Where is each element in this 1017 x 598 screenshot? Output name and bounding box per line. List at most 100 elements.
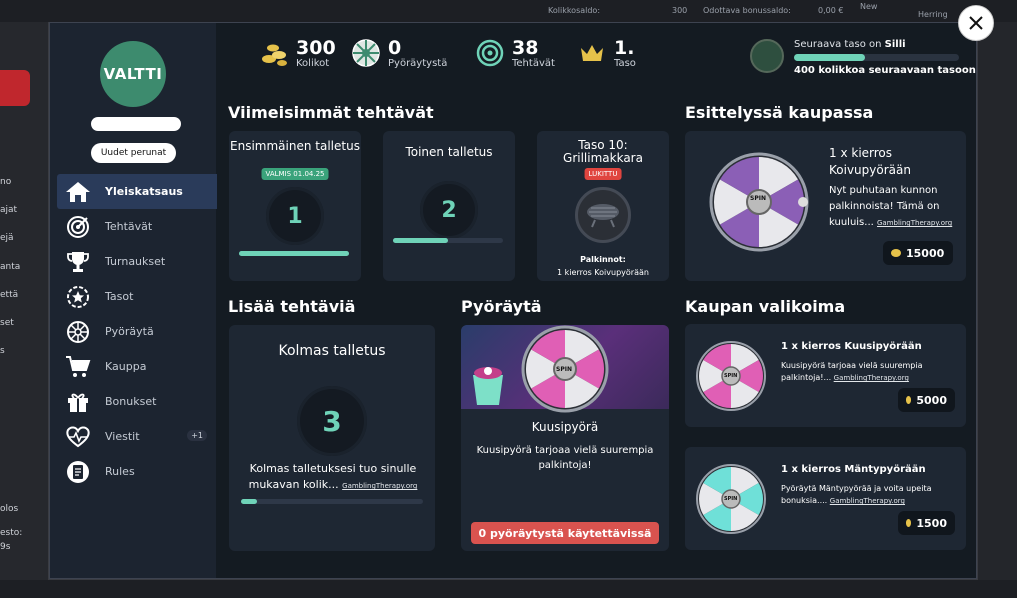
spin-button[interactable]: 0 pyöräytystä käytettävissä (471, 522, 659, 544)
gamblingtherapy-link[interactable]: GamblingTherapy.org (877, 219, 952, 227)
sidebar-item-spin[interactable]: Pyöräytä (57, 314, 217, 349)
sidebar-item-label: Bonukset (105, 395, 157, 408)
sidebar-item-label: Tasot (105, 290, 134, 303)
featured-wheel-label: SPIN (750, 195, 766, 202)
shop-item-price-value: 5000 (916, 393, 947, 407)
cart-icon (65, 355, 91, 379)
more-task-title: Kolmas talletus (278, 343, 386, 359)
grill-icon (575, 187, 631, 243)
sidebar-item-bonuses[interactable]: Bonukset (57, 384, 217, 419)
bg-fragment: no (0, 177, 12, 187)
shop-item-1[interactable]: SPIN 1 x kierros Kuusipyörään Kuusipyörä… (685, 324, 966, 427)
more-task-progress (241, 499, 423, 504)
shop-item-price[interactable]: 5000 (898, 388, 955, 412)
featured-price[interactable]: 15000 (883, 241, 953, 265)
sidebar-item-label: Yleiskatsaus (105, 185, 183, 198)
level-label: Taso (614, 57, 636, 69)
sidebar-item-rules[interactable]: Rules (57, 454, 217, 489)
bg-fragment: 9s (0, 542, 11, 552)
task-card-3[interactable]: Taso 10: Grillimakkara LUKITTU Palkinnot… (537, 131, 669, 281)
more-task-progress-fill (241, 499, 258, 504)
shop-item-desc: Kuusipyörä tarjoaa vielä suurempia palki… (781, 360, 956, 384)
task-progress-fill (393, 238, 448, 243)
wheel-icon (65, 320, 91, 344)
task-prizes-label: Palkinnot: (580, 255, 626, 264)
coin-icon (891, 249, 901, 257)
stat-spins: 0 Pyöräytystä (350, 37, 447, 69)
sidebar-item-overview[interactable]: Yleiskatsaus (57, 174, 217, 209)
background-topbar: Kolikkosaldo: 300 Odottava bonussaldo: 0… (0, 0, 1017, 22)
document-icon (65, 460, 91, 484)
bg-new-label: New (860, 2, 878, 11)
shop-item-title: 1 x kierros Mäntypyörään (781, 464, 926, 475)
more-task-number: 3 (297, 386, 367, 456)
target-icon (474, 37, 506, 69)
gamblingtherapy-link[interactable]: GamblingTherapy.org (834, 374, 909, 382)
star-badge-icon (65, 285, 91, 309)
crown-icon (576, 37, 608, 69)
shop-wheel-label: SPIN (724, 496, 738, 502)
task-status-badge: LUKITTU (584, 168, 622, 180)
stat-tasks: 38 Tehtävät (474, 37, 555, 69)
username (91, 117, 181, 131)
spin-wheel-name: Kuusipyörä (531, 420, 599, 434)
shop-item-price-value: 1500 (916, 516, 947, 530)
sidebar-item-label: Tehtävät (105, 220, 153, 233)
tasks-label: Tehtävät (512, 57, 555, 69)
news-button[interactable]: Uudet perunat (91, 143, 176, 163)
task-card-1[interactable]: Ensimmäinen talletus VALMIS 01.04.25 1 (229, 131, 361, 281)
sidebar-nav: Yleiskatsaus Tehtävät Turnaukset Tasot P… (57, 174, 217, 489)
gamblingtherapy-link[interactable]: GamblingTherapy.org (830, 497, 905, 505)
more-task-card[interactable]: Kolmas talletus 3 Kolmas talletuksesi tu… (229, 325, 435, 551)
task-title: Ensimmäinen talletus (230, 139, 360, 153)
sidebar-item-messages[interactable]: Viestit +1 (57, 419, 217, 454)
task-progress (239, 251, 349, 256)
next-level-prefix: Seuraava taso on (794, 39, 882, 50)
next-level-progress-fill (794, 54, 865, 61)
featured-price-value: 15000 (906, 246, 945, 260)
sidebar-item-shop[interactable]: Kauppa (57, 349, 217, 384)
spins-icon (350, 37, 382, 69)
stats-header: 300 Kolikot 0 Pyöräytystä 38 Tehtävät 1.… (216, 23, 976, 93)
sidebar-item-label: Turnaukset (105, 255, 166, 268)
coins-icon (258, 37, 290, 69)
home-icon (65, 180, 91, 204)
wheel-pointer (798, 197, 808, 207)
recent-tasks-title: Viimeisimmät tehtävät (228, 103, 434, 122)
bg-fragment: s (0, 346, 5, 356)
task-title: Toinen talletus (405, 145, 493, 159)
background-right-column (978, 22, 1017, 598)
more-tasks-title: Lisää tehtäviä (228, 297, 356, 316)
sidebar-item-levels[interactable]: Tasot (57, 279, 217, 314)
featured-title: Esittelyssä kaupassa (685, 103, 874, 122)
task-status-badge: VALMIS 01.04.25 (261, 168, 329, 180)
featured-card[interactable]: SPIN 1 x kierros Koivupyörään Nyt puhuta… (685, 131, 966, 281)
next-level-subtitle: 400 kolikkoa seuraavaan tasoon (794, 65, 976, 76)
sidebar-item-tasks[interactable]: Tehtävät (57, 209, 217, 244)
background-bottom (0, 580, 1017, 598)
sidebar-item-label: Viestit (105, 430, 140, 443)
shop-item-price[interactable]: 1500 (898, 511, 955, 535)
close-button[interactable] (958, 5, 994, 41)
bg-balance-value: 300 (672, 6, 688, 15)
task-card-2[interactable]: Toinen talletus 2 (383, 131, 515, 281)
spin-card[interactable]: SPIN Kuusipyörä Kuusipyörä tarjoaa vielä… (461, 325, 669, 551)
bg-bonus-value: 0,00 € (818, 6, 844, 15)
brand-logo: VALTTI (100, 41, 166, 107)
shop-title: Kaupan valikoima (685, 297, 846, 316)
task-title: Taso 10: Grillimakkara (563, 138, 643, 165)
next-level-name: Silli (884, 39, 906, 50)
bg-bonus-label: Odottava bonussaldo: (703, 6, 791, 15)
tasks-value: 38 (512, 36, 539, 59)
task-number: 1 (266, 187, 324, 245)
spin-desc: Kuusipyörä tarjoaa vielä suurempia palki… (476, 445, 654, 471)
featured-item-desc: Nyt puhutaan kunnon palkinnoista! Tämä o… (829, 183, 959, 231)
bg-fragment: ajat (0, 205, 18, 215)
coins-label: Kolikot (296, 57, 330, 69)
coins-value: 300 (296, 36, 336, 59)
shop-item-2[interactable]: SPIN 1 x kierros Mäntypyörään Pyöräytä M… (685, 447, 966, 550)
sidebar-item-tournaments[interactable]: Turnaukset (57, 244, 217, 279)
target-icon (65, 215, 91, 239)
bucket-icon (473, 367, 503, 405)
gamblingtherapy-link[interactable]: GamblingTherapy.org (342, 482, 417, 490)
